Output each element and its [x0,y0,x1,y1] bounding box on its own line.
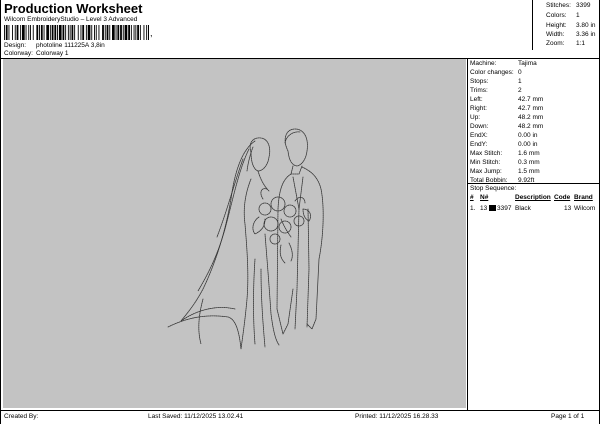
worksheet-title: Production Worksheet [4,1,143,16]
footer-printed: Printed: 11/12/2025 16.28.33 [355,413,439,420]
info-endy: EndY: 0.00 in [470,141,538,148]
embroidery-design-image [167,128,324,350]
row-code: 13 [564,205,572,212]
info-right: Right: 42.7 mm [470,105,544,112]
stat-width: Width: 3.36 in [546,31,596,38]
stat-height: Height: 3.80 in [546,22,596,29]
software-subtitle: Wilcom EmbroideryStudio – Level 3 Advanc… [4,16,138,23]
colorway-label: Colorway: [4,50,33,57]
footer-page: Page 1 of 1 [551,413,585,420]
col-header-number: # [470,194,474,201]
info-down: Down: 48.2 mm [470,123,544,130]
stop-sequence-title: Stop Sequence: [470,185,517,192]
col-header-code: Code [554,194,571,201]
barcode-suffix: , [150,28,153,38]
stat-stitches: Stitches: 3399 [546,2,591,9]
colorway-row: Colorway: Colorway 1 [4,50,69,57]
col-header-brand: Brand [574,194,593,201]
col-header-description: Description [515,194,551,201]
row-number: 1. [470,205,476,212]
footer-created-by: Created By: [4,413,39,420]
info-max-stitch: Max Stitch: 1.6 mm [470,150,540,157]
row-brand: Wilcom [574,205,596,212]
stat-colors: Colors: 1 [546,12,580,19]
footer-last-saved: Last Saved: 11/12/2025 13.02.41 [148,413,244,420]
info-left: Left: 42.7 mm [470,96,544,103]
info-endx: EndX: 0.00 in [470,132,538,139]
footer-divider [0,410,600,411]
info-stops: Stops: 1 [470,78,522,85]
row-stitches: 3397 [497,205,512,212]
stat-zoom: Zoom: 1:1 [546,40,586,47]
row-needle: 13 [480,205,488,212]
design-row: Design: photoline 111225A 3,8in [4,42,105,49]
row-description: Black [515,205,531,212]
info-min-stitch: Min Stitch: 0.3 mm [470,159,540,166]
info-up: Up: 48.2 mm [470,114,544,121]
design-label: Design: [4,42,27,49]
design-value: photoline 111225A 3,8in [36,42,105,49]
frame-left [0,0,1,424]
design-preview [3,59,466,408]
row-color-swatch [489,205,496,212]
info-trims: Trims: 2 [470,87,522,94]
info-machine: Machine: Tajima [470,60,537,67]
colorway-value: Colorway 1 [36,50,69,57]
barcode [4,25,149,40]
panel-divider [467,58,468,410]
info-total-bobbin: Total Bobbin: 9.92ft [470,177,535,184]
col-header-needle: N# [480,194,489,201]
info-max-jump: Max Jump: 1.5 mm [470,168,540,175]
info-color-changes: Color changes: 0 [470,69,522,76]
